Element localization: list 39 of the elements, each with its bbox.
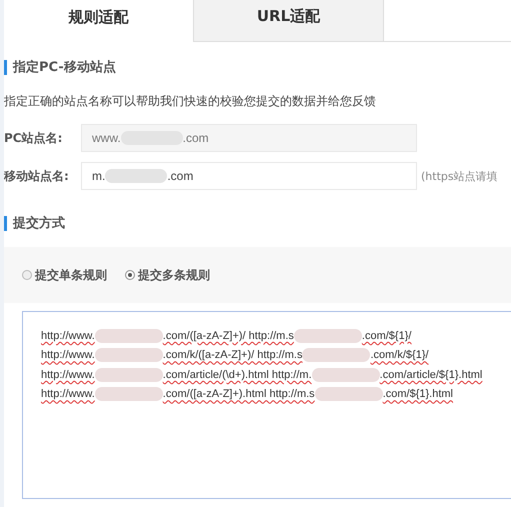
field-label: 移动站点名: bbox=[4, 168, 70, 184]
redaction-blur bbox=[94, 387, 163, 402]
rule-text: http://www. bbox=[41, 349, 95, 362]
radio-label: 提交单条规则 bbox=[35, 266, 107, 284]
field-value: www. bbox=[92, 131, 121, 145]
redaction-blur bbox=[94, 348, 163, 362]
rule-text: .com/([a-zA-Z]+)/ http://m.s bbox=[162, 330, 294, 342]
rule-text: .com/${1}.html bbox=[382, 388, 454, 400]
redaction-blur bbox=[312, 368, 380, 382]
tab[interactable]: URL适配 bbox=[194, 0, 384, 42]
rule-text: http://www. bbox=[41, 368, 95, 381]
field-value: m. bbox=[92, 169, 106, 183]
rule-text: .com/([a-zA-Z]+).html http://m.s bbox=[162, 388, 315, 400]
rule-text: .com/article/(\d+).html http://m. bbox=[162, 368, 312, 381]
description-text: 指定正确的站点名称可以帮助我们快速的校验您提交的数据并给您反馈 bbox=[4, 93, 377, 110]
redaction-blur bbox=[314, 387, 383, 402]
section-heading: 提交方式 bbox=[4, 216, 511, 231]
field-label: PC站点名: bbox=[4, 130, 64, 146]
redaction-blur bbox=[94, 328, 163, 343]
rule-text: .com/${1}/ bbox=[362, 330, 412, 342]
redaction-blur bbox=[302, 348, 370, 362]
tab[interactable]: 规则适配 bbox=[4, 0, 194, 42]
input-field[interactable]: m. .com bbox=[81, 162, 417, 190]
rule-text: http://www. bbox=[41, 330, 95, 342]
radio-option[interactable]: 提交单条规则 bbox=[22, 266, 107, 284]
redaction-blur bbox=[294, 328, 362, 343]
rule-text: .com/k/${1}/ bbox=[370, 349, 429, 362]
rule-text: http://www. bbox=[41, 388, 95, 400]
radio-label: 提交多条规则 bbox=[138, 266, 210, 284]
redaction-blur bbox=[105, 169, 168, 183]
hint-text: (https站点请填 bbox=[421, 168, 498, 184]
rules-textarea[interactable] bbox=[22, 311, 511, 499]
rule-text: .com/article/${1}.html bbox=[380, 368, 482, 381]
section-heading: 指定PC-移动站点 bbox=[4, 60, 511, 75]
field-value: .com bbox=[167, 169, 194, 183]
field-value: .com bbox=[182, 131, 209, 145]
radio-option[interactable]: 提交多条规则 bbox=[125, 266, 210, 284]
redaction-blur bbox=[94, 368, 163, 382]
rule-text: .com/k/([a-zA-Z]+)/ http://m.s bbox=[162, 349, 302, 362]
